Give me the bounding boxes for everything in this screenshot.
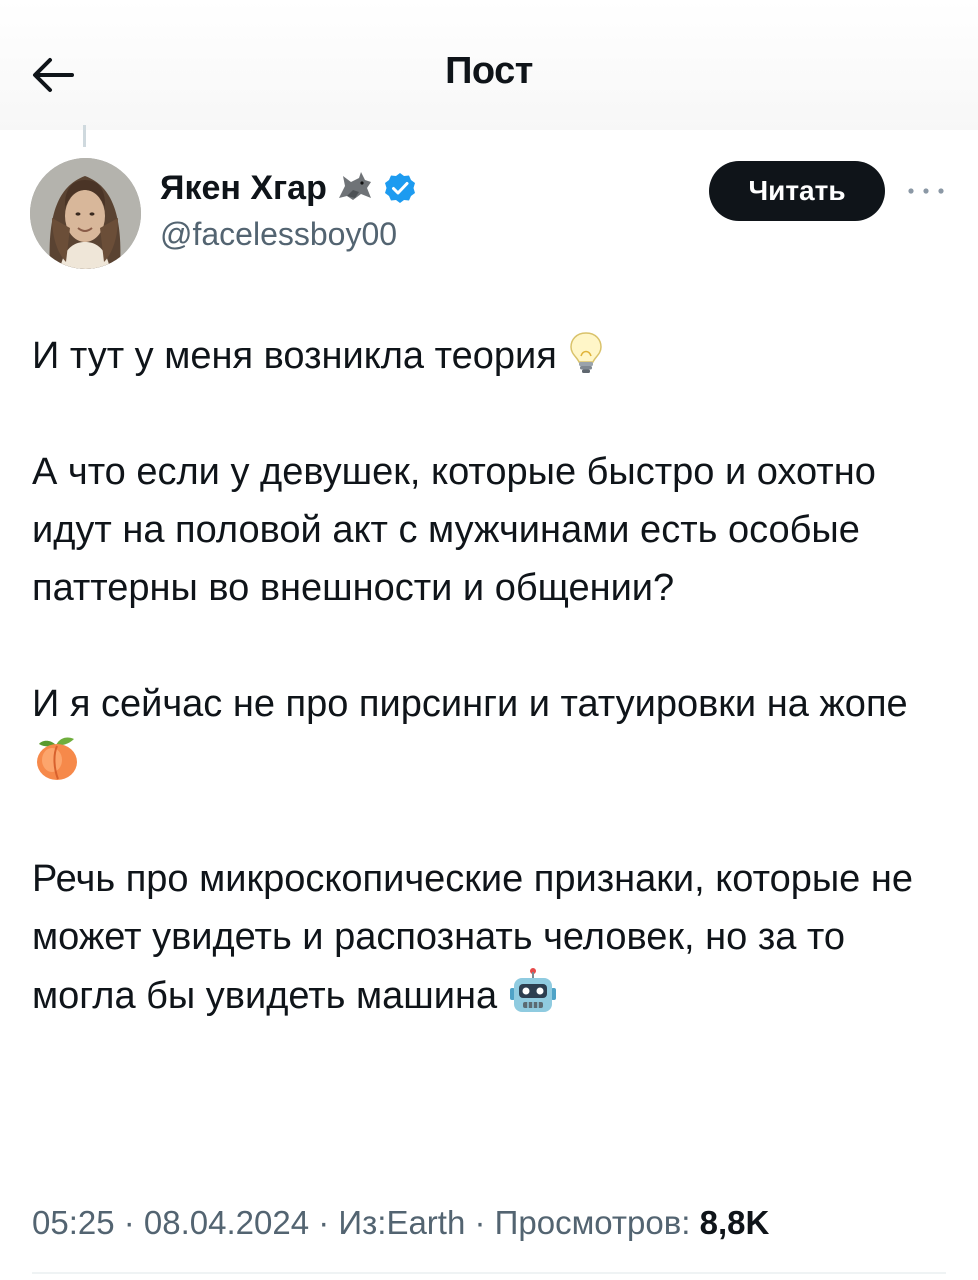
tweet-time[interactable]: 05:25 [32, 1204, 115, 1241]
meta-separator: · [309, 1204, 339, 1241]
light-bulb-icon [570, 332, 603, 373]
more-dots-icon [908, 188, 944, 194]
author-handle[interactable]: @facelessboy00 [160, 216, 397, 253]
robot-icon [509, 968, 556, 1012]
post-page: Пост Якен Хгар @facelessboy00 Читать И т… [0, 0, 978, 1280]
tweet-source: Из:Earth [338, 1204, 466, 1241]
author-name-row[interactable]: Якен Хгар [160, 168, 417, 208]
tweet-paragraph-3-text: И я сейчас не про пирсинги и татуировки … [32, 683, 919, 725]
tweet-date[interactable]: 08.04.2024 [144, 1204, 309, 1241]
thread-line [83, 125, 86, 147]
tweet-paragraph-1: И тут у меня возникла теория [32, 327, 932, 385]
tweet-paragraph-1-text: И тут у меня возникла теория [32, 335, 568, 377]
tweet-text: И тут у меня возникла теория А что если … [32, 327, 932, 1025]
views-count[interactable]: 8,8K [700, 1204, 770, 1241]
wolf-icon [338, 172, 371, 200]
avatar-image [30, 158, 141, 269]
verified-badge-icon [384, 173, 415, 203]
follow-button[interactable]: Читать [709, 161, 885, 221]
meta-separator: · [114, 1204, 144, 1241]
avatar[interactable] [30, 158, 141, 269]
page-title: Пост [445, 50, 533, 92]
tweet-paragraph-3: И я сейчас не про пирсинги и татуировки … [32, 675, 932, 792]
divider [32, 1272, 946, 1274]
tweet-paragraph-4: Речь про микроскопические признаки, кото… [32, 850, 932, 1025]
peach-icon [37, 737, 77, 780]
tweet-meta: 05:25 · 08.04.2024 · Из:Earth · Просмотр… [32, 1204, 769, 1242]
tweet-paragraph-4-text: Речь про микроскопические признаки, кото… [32, 858, 924, 1017]
views-label: Просмотров: [494, 1204, 691, 1241]
header: Пост [0, 0, 978, 130]
more-button[interactable] [903, 178, 949, 204]
author-name: Якен Хгар [160, 168, 327, 207]
meta-separator: · [465, 1204, 495, 1241]
tweet-paragraph-2: А что если у девушек, которые быстро и о… [32, 451, 887, 609]
